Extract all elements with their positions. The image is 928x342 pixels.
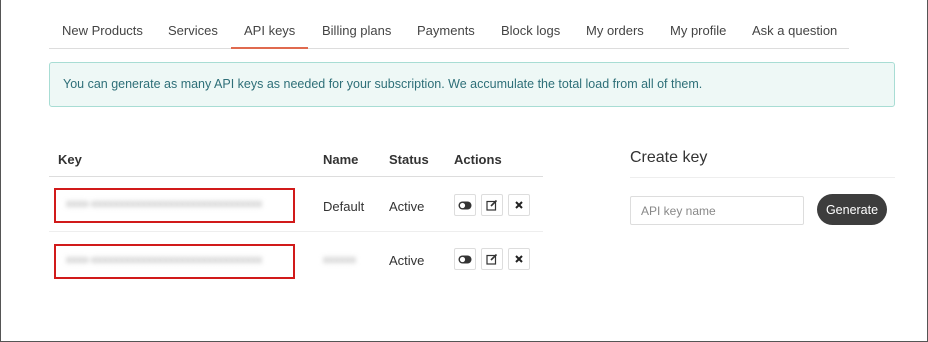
edit-button[interactable] (481, 194, 503, 216)
column-header-actions: Actions (454, 152, 502, 167)
delete-button[interactable] (508, 248, 530, 270)
nav-tabs: New Products Services API keys Billing p… (49, 14, 849, 49)
edit-button[interactable] (481, 248, 503, 270)
redacted-key-text: xxxx-xxxxxxxxxxxxxxxxxxxxxxxxxxxxxxx (66, 198, 263, 210)
tab-payments[interactable]: Payments (404, 14, 488, 49)
tab-services[interactable]: Services (155, 14, 231, 49)
api-key-value[interactable]: xxxx-xxxxxxxxxxxxxxxxxxxxxxxxxxxxxxx (54, 188, 295, 223)
table-header-divider (49, 176, 543, 177)
toggle-icon (458, 255, 472, 263)
key-status: Active (389, 199, 425, 214)
toggle-button[interactable] (454, 194, 476, 216)
table-row-divider (49, 231, 543, 232)
delete-icon (515, 255, 523, 263)
tab-billing-plans[interactable]: Billing plans (309, 14, 404, 49)
edit-icon (486, 253, 498, 265)
delete-button[interactable] (508, 194, 530, 216)
column-header-name: Name (323, 152, 359, 167)
toggle-icon (458, 201, 472, 209)
api-key-value[interactable]: xxxx-xxxxxxxxxxxxxxxxxxxxxxxxxxxxxxx (54, 244, 295, 279)
info-alert: You can generate as many API keys as nee… (49, 62, 895, 107)
tab-new-products[interactable]: New Products (49, 14, 156, 49)
tab-my-orders[interactable]: My orders (573, 14, 657, 49)
toggle-button[interactable] (454, 248, 476, 270)
tab-my-profile[interactable]: My profile (657, 14, 739, 49)
tab-block-logs[interactable]: Block logs (488, 14, 573, 49)
tab-api-keys[interactable]: API keys (231, 14, 309, 49)
api-key-name-input[interactable] (630, 196, 804, 225)
page-frame: New Products Services API keys Billing p… (0, 0, 928, 342)
delete-icon (515, 201, 523, 209)
redacted-key-text: xxxx-xxxxxxxxxxxxxxxxxxxxxxxxxxxxxxx (66, 254, 263, 266)
create-key-title: Create key (630, 149, 708, 166)
edit-icon (486, 199, 498, 211)
generate-button[interactable]: Generate (817, 194, 887, 225)
key-name: Default (323, 199, 365, 214)
column-header-status: Status (389, 152, 429, 167)
key-name-redacted: xxxxxx (323, 254, 356, 266)
key-status: Active (389, 253, 425, 268)
column-header-key: Key (58, 152, 82, 167)
create-key-divider (630, 177, 895, 178)
tab-ask-a-question[interactable]: Ask a question (739, 14, 850, 49)
